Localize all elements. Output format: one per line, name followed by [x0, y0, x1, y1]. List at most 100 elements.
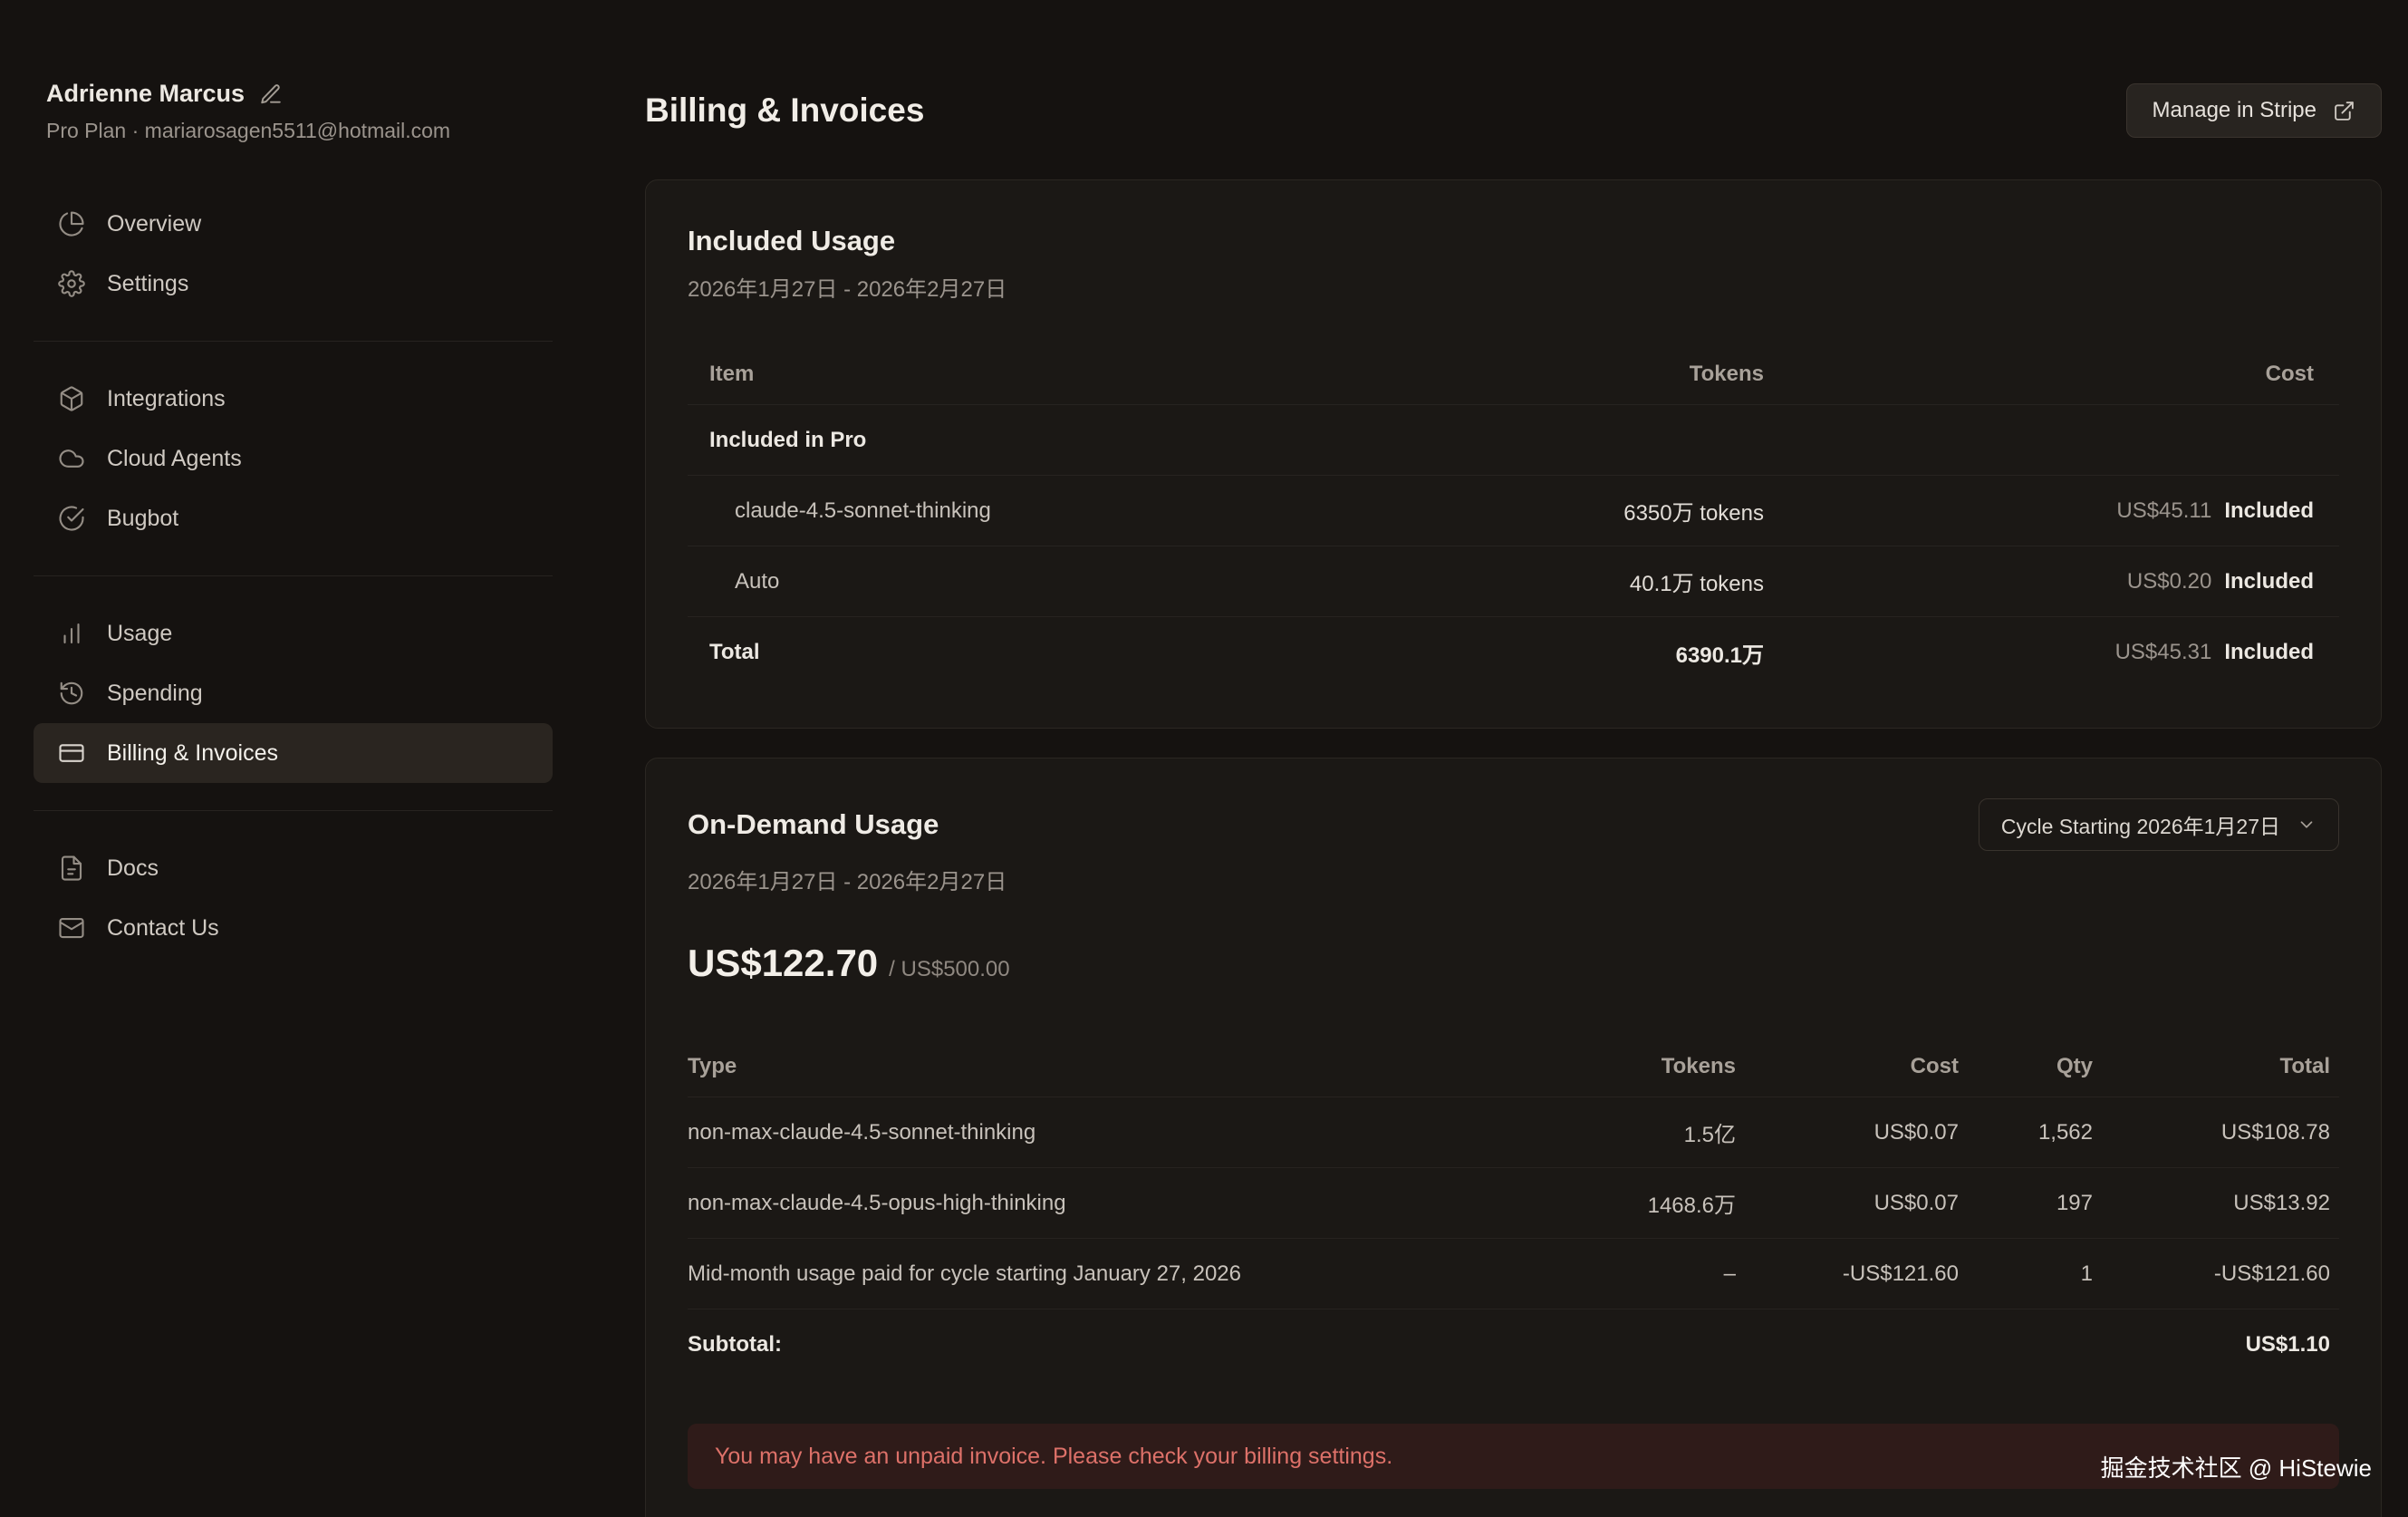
table-header-row: Item Tokens Cost — [688, 343, 2339, 405]
column-header-cost: Cost — [1764, 362, 2341, 387]
subtotal-value: US$1.10 — [2093, 1332, 2341, 1358]
column-header-total: Total — [2093, 1054, 2341, 1079]
row-total: US$108.78 — [2093, 1120, 2341, 1145]
column-header-item: Item — [688, 362, 1322, 387]
manage-in-stripe-button[interactable]: Manage in Stripe — [2126, 83, 2382, 138]
sidebar-item-label: Settings — [107, 271, 188, 297]
row-type: Mid-month usage paid for cycle starting … — [688, 1261, 1464, 1287]
sidebar-item-label: Docs — [107, 855, 159, 882]
sidebar-item-label: Cloud Agents — [107, 446, 242, 472]
item-name: claude-4.5-sonnet-thinking — [688, 498, 1322, 524]
row-qty: 1 — [1959, 1261, 2093, 1287]
watermark: 掘金技术社区 @ HiStewie — [2101, 1450, 2372, 1483]
sidebar-item-label: Contact Us — [107, 915, 219, 942]
sidebar-item-billing-invoices[interactable]: Billing & Invoices — [34, 723, 553, 783]
row-tokens: – — [1464, 1261, 1736, 1287]
mail-icon — [58, 914, 85, 942]
warning-text: You may have an unpaid invoice. Please c… — [715, 1444, 1392, 1470]
table-group-row: Included in Pro — [688, 405, 2339, 476]
manage-button-label: Manage in Stripe — [2153, 98, 2316, 123]
sidebar-item-label: Integrations — [107, 386, 226, 412]
sidebar-item-usage[interactable]: Usage — [34, 604, 553, 663]
row-cost: US$0.07 — [1736, 1120, 1959, 1145]
item-tokens: 6350万 tokens — [1322, 495, 1764, 527]
sidebar-item-label: Billing & Invoices — [107, 740, 278, 767]
sidebar-item-label: Usage — [107, 621, 172, 647]
bar-chart-icon — [58, 620, 85, 647]
row-cost: US$0.07 — [1736, 1191, 1959, 1216]
main-content: Billing & Invoices Manage in Stripe Incl… — [645, 0, 2382, 1517]
sidebar-item-contact-us[interactable]: Contact Us — [34, 898, 553, 958]
item-cost-cell: US$45.11 Included — [1764, 498, 2341, 524]
row-type: non-max-claude-4.5-sonnet-thinking — [688, 1120, 1464, 1145]
on-demand-amount-row: US$122.70 / US$500.00 — [688, 942, 2339, 985]
subtotal-row: Subtotal: US$1.10 — [688, 1309, 2339, 1380]
column-header-cost: Cost — [1736, 1054, 1959, 1079]
sidebar-item-label: Bugbot — [107, 506, 178, 532]
package-icon — [58, 385, 85, 412]
item-cost: US$0.20 — [2127, 569, 2211, 594]
table-total-row: Total 6390.1万 US$45.31 Included — [688, 617, 2339, 688]
on-demand-limit: / US$500.00 — [889, 957, 1009, 982]
total-label: Total — [688, 640, 1322, 665]
row-qty: 197 — [1959, 1191, 2093, 1216]
sidebar-item-overview[interactable]: Overview — [34, 194, 553, 254]
column-header-tokens: Tokens — [1322, 362, 1764, 387]
total-cost-cell: US$45.31 Included — [1764, 640, 2341, 665]
on-demand-usage-card: On-Demand Usage Cycle Starting 2026年1月27… — [645, 758, 2382, 1517]
on-demand-date-range: 2026年1月27日 - 2026年2月27日 — [688, 869, 2339, 896]
column-header-qty: Qty — [1959, 1054, 2093, 1079]
total-cost: US$45.31 — [2115, 640, 2212, 665]
on-demand-usage-title: On-Demand Usage — [688, 807, 939, 842]
sidebar-divider — [34, 341, 553, 342]
sidebar-item-integrations[interactable]: Integrations — [34, 369, 553, 429]
on-demand-table: Type Tokens Cost Qty Total non-max-claud… — [688, 1036, 2339, 1380]
profile-plan-email: Pro Plan · mariarosagen5511@hotmail.com — [46, 119, 598, 143]
check-circle-icon — [58, 505, 85, 532]
history-clock-icon — [58, 680, 85, 707]
sidebar-nav: Overview Settings Integrations Cloud Age… — [34, 194, 598, 958]
included-usage-date-range: 2026年1月27日 - 2026年2月27日 — [688, 276, 2339, 304]
profile-name: Adrienne Marcus — [46, 80, 245, 108]
sidebar-item-settings[interactable]: Settings — [34, 254, 553, 314]
external-link-icon — [2333, 100, 2355, 122]
billing-page: Adrienne Marcus Pro Plan · mariarosagen5… — [0, 0, 2408, 1517]
table-row: non-max-claude-4.5-sonnet-thinking 1.5亿 … — [688, 1097, 2339, 1168]
table-row: Auto 40.1万 tokens US$0.20 Included — [688, 546, 2339, 617]
sidebar-item-label: Spending — [107, 681, 203, 707]
sidebar-item-spending[interactable]: Spending — [34, 663, 553, 723]
row-total: US$13.92 — [2093, 1191, 2341, 1216]
table-header-row: Type Tokens Cost Qty Total — [688, 1036, 2339, 1097]
column-header-type: Type — [688, 1054, 1464, 1079]
unpaid-invoice-warning: You may have an unpaid invoice. Please c… — [688, 1424, 2339, 1489]
sidebar-divider — [34, 575, 553, 576]
edit-profile-icon[interactable] — [259, 82, 283, 106]
table-row: claude-4.5-sonnet-thinking 6350万 tokens … — [688, 476, 2339, 546]
included-usage-table: Item Tokens Cost Included in Pro claude-… — [688, 343, 2339, 688]
subtotal-label: Subtotal: — [688, 1332, 1464, 1358]
column-header-tokens: Tokens — [1464, 1054, 1736, 1079]
gear-icon — [58, 270, 85, 297]
sidebar-item-docs[interactable]: Docs — [34, 838, 553, 898]
item-name: Auto — [688, 569, 1322, 594]
sidebar-item-bugbot[interactable]: Bugbot — [34, 488, 553, 548]
item-tokens: 40.1万 tokens — [1322, 565, 1764, 597]
on-demand-card-header: On-Demand Usage Cycle Starting 2026年1月27… — [688, 798, 2339, 851]
item-cost: US$45.11 — [2116, 498, 2211, 524]
row-cost: -US$121.60 — [1736, 1261, 1959, 1287]
pie-chart-icon — [58, 210, 85, 237]
cloud-icon — [58, 445, 85, 472]
table-row: non-max-claude-4.5-opus-high-thinking 14… — [688, 1168, 2339, 1239]
included-badge: Included — [2224, 569, 2314, 594]
table-row: Mid-month usage paid for cycle starting … — [688, 1239, 2339, 1309]
row-total: -US$121.60 — [2093, 1261, 2341, 1287]
total-tokens: 6390.1万 — [1322, 637, 1764, 669]
sidebar: Adrienne Marcus Pro Plan · mariarosagen5… — [0, 0, 598, 1517]
included-usage-title: Included Usage — [688, 224, 2339, 258]
group-label: Included in Pro — [688, 428, 1322, 453]
cycle-selector[interactable]: Cycle Starting 2026年1月27日 — [1979, 798, 2339, 851]
page-title: Billing & Invoices — [645, 92, 924, 130]
chevron-down-icon — [2297, 815, 2316, 835]
credit-card-icon — [58, 739, 85, 767]
sidebar-item-cloud-agents[interactable]: Cloud Agents — [34, 429, 553, 488]
